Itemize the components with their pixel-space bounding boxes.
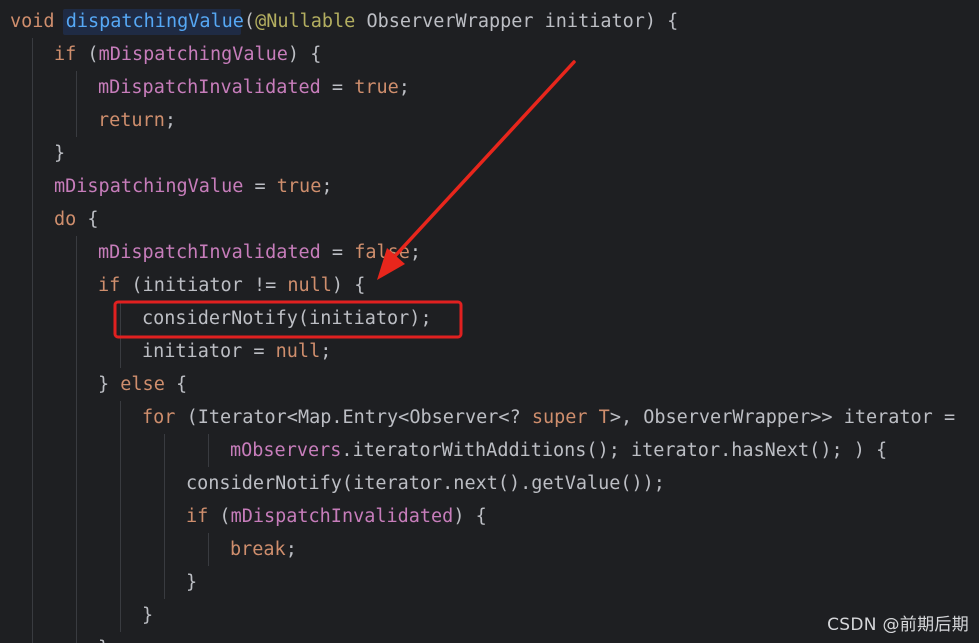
code-line: mDispatchingValue = true; xyxy=(54,170,332,203)
code-token: break xyxy=(230,539,286,560)
code-line: initiator = null; xyxy=(142,335,331,368)
code-token: true xyxy=(276,176,322,197)
code-token: mObservers xyxy=(230,440,342,461)
code-line: } xyxy=(142,599,153,632)
code-token: T xyxy=(598,407,610,428)
watermark: CSDN @前期后期 xyxy=(827,615,969,635)
indent-guide xyxy=(208,434,209,467)
indent-guide xyxy=(76,71,77,137)
code-line: do { xyxy=(54,203,99,236)
code-token: considerNotify(iterator.next().getValue(… xyxy=(186,473,665,494)
code-token: if xyxy=(98,275,132,296)
code-token: } xyxy=(186,572,198,593)
code-token: for xyxy=(142,407,187,428)
code-token: } xyxy=(142,605,154,626)
indent-guide xyxy=(120,401,121,632)
code-token: mDispatchInvalidated xyxy=(98,242,321,263)
code-token: void xyxy=(10,11,66,32)
code-token: ; xyxy=(285,539,297,560)
code-line: considerNotify(initiator); xyxy=(142,302,432,335)
code-token: = xyxy=(243,176,277,197)
code-token: (initiator != xyxy=(131,275,288,296)
indent-guide xyxy=(120,302,121,368)
code-token: true xyxy=(354,77,399,98)
code-token: ; xyxy=(409,242,422,263)
code-token: mDispatchInvalidated xyxy=(230,506,454,527)
code-token: if xyxy=(186,506,220,527)
code-token: mDispatchInvalidated xyxy=(98,77,321,98)
code-line: return; xyxy=(98,104,176,137)
code-line: if (mDispatchInvalidated) { xyxy=(186,500,487,533)
code-token: dispatchingValue xyxy=(65,11,244,32)
code-token: ) { xyxy=(453,506,487,527)
indent-guide xyxy=(164,434,165,599)
code-token: @Nullable xyxy=(255,11,367,32)
code-token: ; xyxy=(321,176,333,197)
code-token: } xyxy=(98,374,121,395)
code-token: { xyxy=(87,209,99,230)
code-token: return xyxy=(98,110,165,131)
code-token: initiator = xyxy=(142,341,276,362)
code-token: { xyxy=(175,374,188,395)
code-editor[interactable]: void dispatchingValue(@Nullable Observer… xyxy=(0,0,979,643)
code-token: else xyxy=(120,374,176,395)
code-token: ; xyxy=(164,110,176,131)
code-token: ( xyxy=(219,506,231,527)
code-line: considerNotify(iterator.next().getValue(… xyxy=(186,467,665,500)
code-token: ( xyxy=(87,44,99,65)
indent-guide xyxy=(32,38,33,643)
code-line: break; xyxy=(230,533,297,566)
code-token: = xyxy=(320,242,355,263)
code-token: = xyxy=(320,77,355,98)
code-token: .iteratorWithAdditions(); iterator.hasNe… xyxy=(341,440,888,461)
code-token: if xyxy=(54,44,88,65)
code-token: ; xyxy=(398,77,410,98)
code-token: >, ObserverWrapper>> iterator = xyxy=(609,407,956,428)
code-line: } xyxy=(186,566,197,599)
code-line: if (mDispatchingValue) { xyxy=(54,38,321,71)
code-line: mObservers.iteratorWithAdditions(); iter… xyxy=(230,434,887,467)
code-token: do xyxy=(54,209,88,230)
code-token: super xyxy=(531,407,599,428)
code-line: } xyxy=(98,632,109,643)
indent-guide xyxy=(76,236,77,643)
code-line: } else { xyxy=(98,368,187,401)
code-token: mDispatchingValue xyxy=(54,176,244,197)
code-token: ) { xyxy=(331,275,366,296)
indent-guide xyxy=(208,533,209,566)
code-token: null xyxy=(275,341,321,362)
code-token: considerNotify(initiator); xyxy=(142,308,432,329)
code-token: null xyxy=(287,275,332,296)
code-token: } xyxy=(54,143,66,164)
code-line: } xyxy=(54,137,65,170)
code-token: ( xyxy=(243,11,256,32)
code-token: ObserverWrapper initiator) { xyxy=(366,11,679,32)
code-line: mDispatchInvalidated = true; xyxy=(98,71,410,104)
code-token: false xyxy=(354,242,410,263)
code-line: for (Iterator<Map.Entry<Observer<? super… xyxy=(142,401,955,434)
code-line: void dispatchingValue(@Nullable Observer… xyxy=(10,5,678,38)
code-token: mDispatchingValue xyxy=(98,44,288,65)
code-line: mDispatchInvalidated = false; xyxy=(98,236,421,269)
code-token: ; xyxy=(320,341,332,362)
code-token: } xyxy=(98,638,109,643)
code-token: (Iterator<Map.Entry<Observer<? xyxy=(186,407,532,428)
code-line: if (initiator != null) { xyxy=(98,269,365,302)
code-token: ) { xyxy=(287,44,322,65)
